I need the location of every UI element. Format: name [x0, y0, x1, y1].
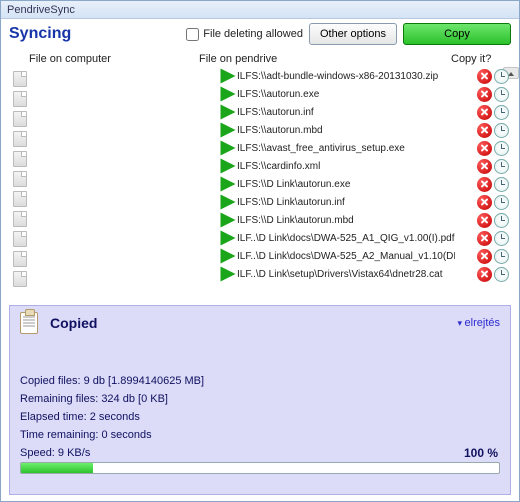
file-name: ILFS:\\avast_free_antivirus_setup.exe — [237, 143, 455, 154]
file-row[interactable]: ILFS:\\D Link\autorun.mbd — [9, 211, 511, 229]
schedule-icon[interactable] — [494, 195, 509, 210]
window-titlebar: PendriveSync — [1, 1, 519, 19]
cancel-icon[interactable] — [477, 141, 492, 156]
arrow-right-icon — [219, 85, 237, 103]
file-row[interactable]: ILF..\D Link\docs\DWA-525_A2_Manual_v1.1… — [9, 247, 511, 265]
file-name: ILF..\D Link\setup\Drivers\Vistax64\dnet… — [237, 269, 455, 280]
schedule-icon[interactable] — [494, 159, 509, 174]
file-name: ILFS:\\cardinfo.xml — [237, 161, 455, 172]
arrow-right-icon — [219, 229, 237, 247]
col-file-pendrive: File on pendrive — [189, 53, 451, 65]
file-deleting-checkbox[interactable] — [186, 28, 199, 41]
schedule-icon[interactable] — [494, 177, 509, 192]
schedule-icon[interactable] — [494, 87, 509, 102]
file-name: ILFS:\\autorun.inf — [237, 107, 455, 118]
file-row[interactable]: ILFS:\\avast_free_antivirus_setup.exe — [9, 139, 511, 157]
elapsed-time-line: Elapsed time: 2 seconds — [20, 408, 500, 426]
file-list: ILFS:\\adt-bundle-windows-x86-20131030.z… — [1, 67, 519, 297]
arrow-right-icon — [219, 265, 237, 283]
file-name: ILF..\D Link\docs\DWA-525_A1_QIG_v1.00(I… — [237, 233, 455, 244]
arrow-right-icon — [219, 121, 237, 139]
file-row[interactable]: ILFS:\\cardinfo.xml — [9, 157, 511, 175]
arrow-right-icon — [219, 211, 237, 229]
cancel-icon[interactable] — [477, 231, 492, 246]
schedule-icon[interactable] — [494, 123, 509, 138]
arrow-right-icon — [219, 103, 237, 121]
schedule-icon[interactable] — [494, 105, 509, 120]
status-panel: Copied elrejtés Copied files: 9 db [1.89… — [9, 305, 511, 495]
column-headers: File on computer File on pendrive Copy i… — [1, 49, 519, 67]
file-row[interactable]: ILF..\D Link\setup\Drivers\Vistax64\dnet… — [9, 265, 511, 283]
cancel-icon[interactable] — [477, 123, 492, 138]
schedule-icon[interactable] — [494, 267, 509, 282]
arrow-right-icon — [219, 247, 237, 265]
syncing-heading: Syncing — [9, 25, 180, 43]
file-row[interactable]: ILFS:\\autorun.mbd — [9, 121, 511, 139]
clipboard-icon — [20, 312, 38, 334]
cancel-icon[interactable] — [477, 87, 492, 102]
schedule-icon[interactable] — [494, 231, 509, 246]
schedule-icon[interactable] — [494, 249, 509, 264]
arrow-right-icon — [219, 67, 237, 85]
cancel-icon[interactable] — [477, 213, 492, 228]
remaining-files-line: Remaining files: 324 db [0 KB] — [20, 390, 500, 408]
time-remaining-line: Time remaining: 0 seconds — [20, 426, 500, 444]
speed-line: Speed: 9 KB/s — [20, 447, 464, 459]
status-title: Copied — [50, 315, 458, 331]
file-name: ILFS:\\D Link\autorun.exe — [237, 179, 455, 190]
schedule-icon[interactable] — [494, 213, 509, 228]
copy-button[interactable]: Copy — [403, 23, 511, 45]
file-name: ILFS:\\autorun.mbd — [237, 125, 455, 136]
file-row[interactable]: ILFS:\\adt-bundle-windows-x86-20131030.z… — [9, 67, 511, 85]
cancel-icon[interactable] — [477, 267, 492, 282]
progress-bar — [20, 462, 500, 474]
file-name: ILFS:\\adt-bundle-windows-x86-20131030.z… — [237, 71, 455, 82]
progress-fill — [21, 463, 93, 473]
window-title: PendriveSync — [7, 4, 75, 16]
file-row[interactable]: ILFS:\\autorun.exe — [9, 85, 511, 103]
file-row[interactable]: ILFS:\\autorun.inf — [9, 103, 511, 121]
schedule-icon[interactable] — [494, 141, 509, 156]
other-options-button[interactable]: Other options — [309, 23, 397, 45]
hide-link[interactable]: elrejtés — [458, 317, 501, 329]
copied-files-line: Copied files: 9 db [1.8994140625 MB] — [20, 372, 500, 390]
file-name: ILFS:\\D Link\autorun.inf — [237, 197, 455, 208]
file-deleting-allowed[interactable]: File deleting allowed — [186, 28, 303, 41]
col-copy-it: Copy it? — [451, 53, 511, 65]
status-lines: Copied files: 9 db [1.8994140625 MB] Rem… — [20, 372, 500, 444]
cancel-icon[interactable] — [477, 195, 492, 210]
file-name: ILF..\D Link\docs\DWA-525_A2_Manual_v1.1… — [237, 251, 455, 262]
progress-percent: 100 % — [464, 446, 500, 460]
col-file-computer: File on computer — [9, 53, 189, 65]
top-toolbar: Syncing File deleting allowed Other opti… — [1, 19, 519, 49]
arrow-right-icon — [219, 193, 237, 211]
arrow-right-icon — [219, 139, 237, 157]
arrow-right-icon — [219, 157, 237, 175]
cancel-icon[interactable] — [477, 249, 492, 264]
file-name: ILFS:\\autorun.exe — [237, 89, 455, 100]
cancel-icon[interactable] — [477, 105, 492, 120]
cancel-icon[interactable] — [477, 177, 492, 192]
file-row[interactable]: ILFS:\\D Link\autorun.exe — [9, 175, 511, 193]
cancel-icon[interactable] — [477, 69, 492, 84]
file-row[interactable]: ILFS:\\D Link\autorun.inf — [9, 193, 511, 211]
arrow-right-icon — [219, 175, 237, 193]
file-row[interactable]: ILF..\D Link\docs\DWA-525_A1_QIG_v1.00(I… — [9, 229, 511, 247]
schedule-icon[interactable] — [494, 69, 509, 84]
file-name: ILFS:\\D Link\autorun.mbd — [237, 215, 455, 226]
cancel-icon[interactable] — [477, 159, 492, 174]
file-deleting-label: File deleting allowed — [203, 28, 303, 40]
